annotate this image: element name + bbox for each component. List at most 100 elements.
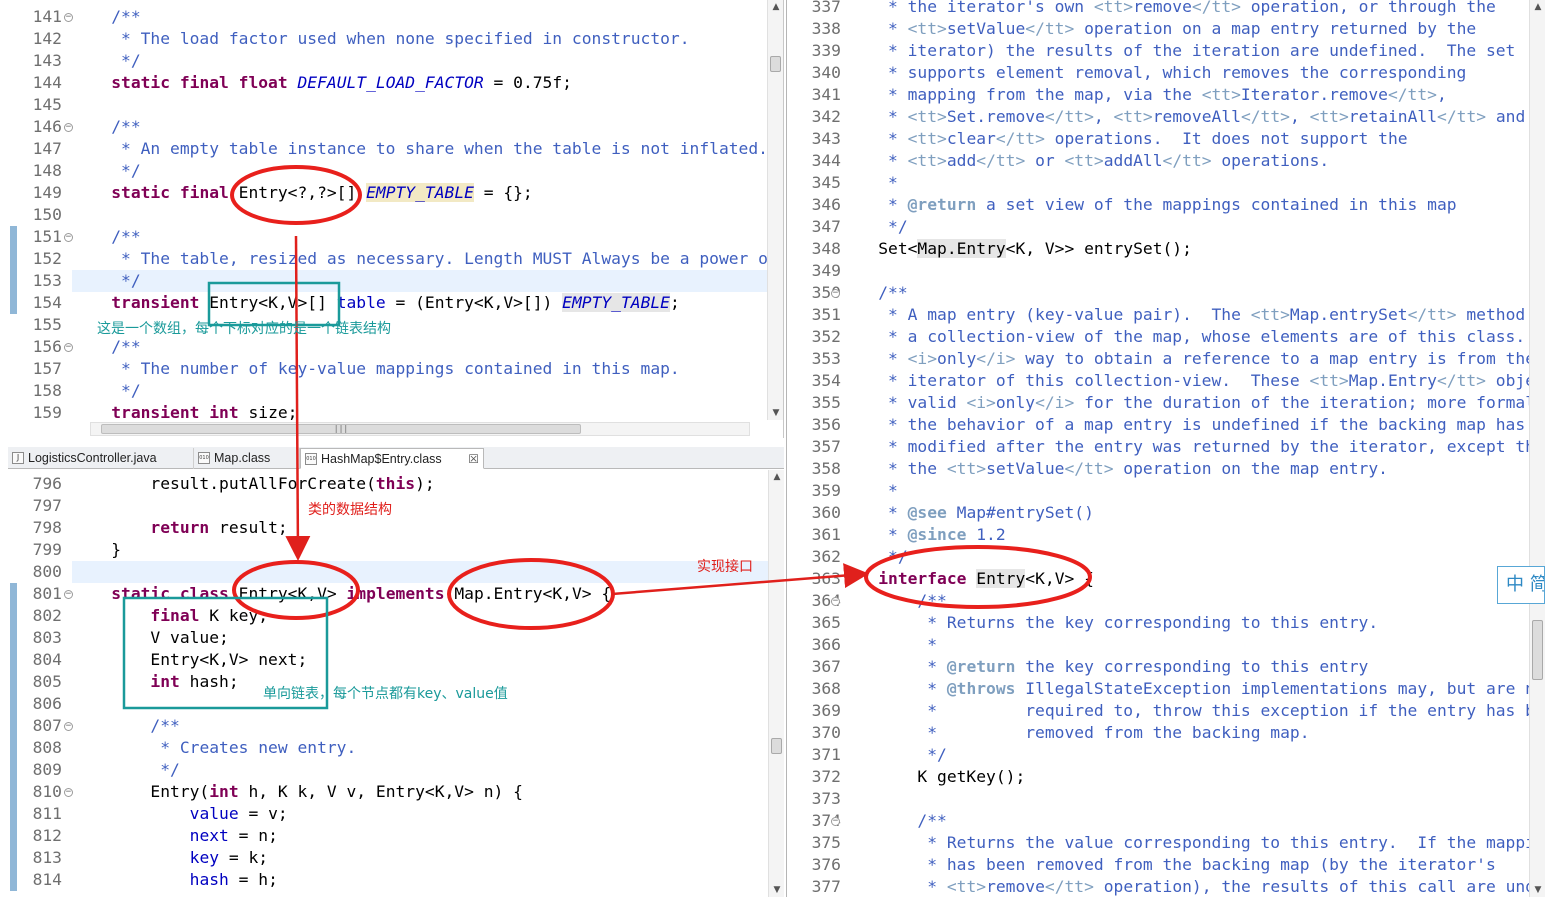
code-line[interactable]: static final Entry<?,?>[] EMPTY_TABLE = …	[72, 182, 767, 204]
code-line[interactable]: * <tt>setValue</tt> operation on a map e…	[839, 18, 1529, 40]
code-line[interactable]: hash = h;	[72, 869, 768, 891]
vertical-scrollbar[interactable]: ▲ ▼	[1529, 0, 1545, 897]
code-line[interactable]	[72, 204, 767, 226]
scroll-up-icon[interactable]: ▲	[1533, 2, 1543, 12]
code-line[interactable]	[839, 260, 1529, 282]
code-line[interactable]	[839, 788, 1529, 810]
scroll-thumb[interactable]	[771, 738, 782, 754]
vertical-scrollbar[interactable]: ▲ ▼	[768, 470, 784, 897]
close-tab-icon[interactable]: ☒	[468, 449, 479, 469]
code-line[interactable]: */	[839, 546, 1529, 568]
editor-pane-top[interactable]: 141−142 143 144 145 146−147 148 149 150 151−152 1…	[8, 0, 784, 438]
code-line[interactable]: * a collection-view of the map, whose el…	[839, 326, 1529, 348]
code-line[interactable]: * removed from the backing map.	[839, 722, 1529, 744]
code-line[interactable]: V value;	[72, 627, 768, 649]
scroll-thumb-horizontal[interactable]: |||	[101, 424, 581, 434]
vertical-scrollbar[interactable]: ▲ ▼	[767, 0, 783, 420]
code-line[interactable]: next = n;	[72, 825, 768, 847]
code-line[interactable]: * The load factor used when none specifi…	[72, 28, 767, 50]
code-line[interactable]: /**	[72, 6, 767, 28]
code-line[interactable]: * has been removed from the backing map …	[839, 854, 1529, 876]
code-line[interactable]	[72, 94, 767, 116]
code-line[interactable]: * <i>only</i> way to obtain a reference …	[839, 348, 1529, 370]
code-line[interactable]: * <tt>Set.remove</tt>, <tt>removeAll</tt…	[839, 106, 1529, 128]
scroll-thumb[interactable]	[770, 56, 781, 72]
code-line[interactable]: }	[72, 539, 768, 561]
editor-pane-bottom[interactable]: 796 797 798 799 800 801−802 803 804 805 806 807−80…	[8, 447, 784, 897]
scroll-thumb[interactable]	[1532, 620, 1543, 680]
code-line[interactable]: *	[839, 172, 1529, 194]
code-line[interactable]: * Creates new entry.	[72, 737, 768, 759]
code-line[interactable]: * @return a set view of the mappings con…	[839, 194, 1529, 216]
code-line[interactable]: transient Entry<K,V>[] table = (Entry<K,…	[72, 292, 767, 314]
code-line[interactable]: */	[72, 759, 768, 781]
code-line[interactable]: static class Entry<K,V> implements Map.E…	[72, 583, 768, 605]
code-line[interactable]: * An empty table instance to share when …	[72, 138, 767, 160]
code-line[interactable]: * supports element removal, which remove…	[839, 62, 1529, 84]
code-line[interactable]: * @return the key corresponding to this …	[839, 656, 1529, 678]
code-line[interactable]: * valid <i>only</i> for the duration of …	[839, 392, 1529, 414]
code-line[interactable]: */	[839, 216, 1529, 238]
code-line[interactable]: * iterator of this collection-view. Thes…	[839, 370, 1529, 392]
tab-logistics-controller[interactable]: J LogisticsController.java	[8, 448, 194, 469]
code-line[interactable]: Set<Map.Entry<K, V>> entrySet();	[839, 238, 1529, 260]
code-line[interactable]: * the behavior of a map entry is undefin…	[839, 414, 1529, 436]
code-line[interactable]: *	[839, 634, 1529, 656]
code-line[interactable]: value = v;	[72, 803, 768, 825]
ime-language-indicator[interactable]: 中 简	[1497, 566, 1545, 604]
code-line[interactable]: /**	[839, 590, 1529, 612]
code-line[interactable]: result.putAllForCreate(this);	[72, 473, 768, 495]
code-line[interactable]: /**	[839, 810, 1529, 832]
code-line[interactable]: * The table, resized as necessary. Lengt…	[72, 248, 767, 270]
code-line[interactable]: * mapping from the map, via the <tt>Iter…	[839, 84, 1529, 106]
code-line[interactable]: * the iterator's own <tt>remove</tt> ope…	[839, 0, 1529, 18]
code-line[interactable]: *	[839, 480, 1529, 502]
code-line[interactable]: Entry<K,V> next;	[72, 649, 768, 671]
code-line[interactable]: * @throws IllegalStateException implemen…	[839, 678, 1529, 700]
code-line[interactable]: * The number of key-value mappings conta…	[72, 358, 767, 380]
code-line[interactable]: /**	[72, 116, 767, 138]
code-line[interactable]: * @see Map#entrySet()	[839, 502, 1529, 524]
code-line[interactable]: /**	[72, 336, 767, 358]
tab-map-class[interactable]: 010 Map.class	[194, 448, 300, 469]
code-line[interactable]: * <tt>clear</tt> operations. It does not…	[839, 128, 1529, 150]
code-line[interactable]: * Returns the value corresponding to thi…	[839, 832, 1529, 854]
code-line[interactable]: interface Entry<K,V> {	[839, 568, 1529, 590]
code-line[interactable]: * the <tt>setValue</tt> operation on the…	[839, 458, 1529, 480]
code-line[interactable]: * iterator) the results of the iteration…	[839, 40, 1529, 62]
code-area[interactable]: * the iterator's own <tt>remove</tt> ope…	[839, 0, 1529, 897]
code-line[interactable]: */	[72, 50, 767, 72]
code-line[interactable]: * @since 1.2	[839, 524, 1529, 546]
code-line[interactable]	[72, 561, 768, 583]
scroll-up-icon[interactable]: ▲	[771, 2, 781, 12]
code-line[interactable]: * <tt>add</tt> or <tt>addAll</tt> operat…	[839, 150, 1529, 172]
horizontal-scrollbar[interactable]: |||	[90, 422, 750, 436]
code-area[interactable]: /** * The load factor used when none spe…	[72, 0, 767, 438]
code-line[interactable]: * A map entry (key-value pair). The <tt>…	[839, 304, 1529, 326]
code-line[interactable]: return result;	[72, 517, 768, 539]
code-line[interactable]: */	[72, 380, 767, 402]
editor-pane-right[interactable]: 337 338 339 340 341 342 343 344 345 346 347 348 349 3…	[786, 0, 1545, 897]
code-line[interactable]: /**	[72, 226, 767, 248]
code-line[interactable]: * Returns the key corresponding to this …	[839, 612, 1529, 634]
code-line[interactable]: /**	[839, 282, 1529, 304]
code-line[interactable]: */	[839, 744, 1529, 766]
code-line[interactable]: Entry(int h, K k, V v, Entry<K,V> n) {	[72, 781, 768, 803]
tab-hashmap-entry-class[interactable]: 010 HashMap$Entry.class ☒	[300, 448, 484, 469]
code-line[interactable]: * required to, throw this exception if t…	[839, 700, 1529, 722]
code-line[interactable]: key = k;	[72, 847, 768, 869]
code-line[interactable]: K getKey();	[839, 766, 1529, 788]
code-line[interactable]	[72, 495, 768, 517]
scroll-down-icon[interactable]: ▼	[1533, 885, 1543, 895]
code-line[interactable]: */	[72, 160, 767, 182]
scroll-down-icon[interactable]: ▼	[772, 885, 782, 895]
code-line[interactable]: * modified after the entry was returned …	[839, 436, 1529, 458]
code-line[interactable]: static final float DEFAULT_LOAD_FACTOR =…	[72, 72, 767, 94]
code-line[interactable]: final K key;	[72, 605, 768, 627]
code-line[interactable]: /**	[72, 715, 768, 737]
code-line[interactable]: * <tt>remove</tt> operation), the result…	[839, 876, 1529, 897]
code-line[interactable]: transient int size;	[72, 402, 767, 424]
code-line[interactable]: */	[72, 270, 767, 292]
scroll-up-icon[interactable]: ▲	[772, 472, 782, 482]
scroll-down-icon[interactable]: ▼	[771, 408, 781, 418]
